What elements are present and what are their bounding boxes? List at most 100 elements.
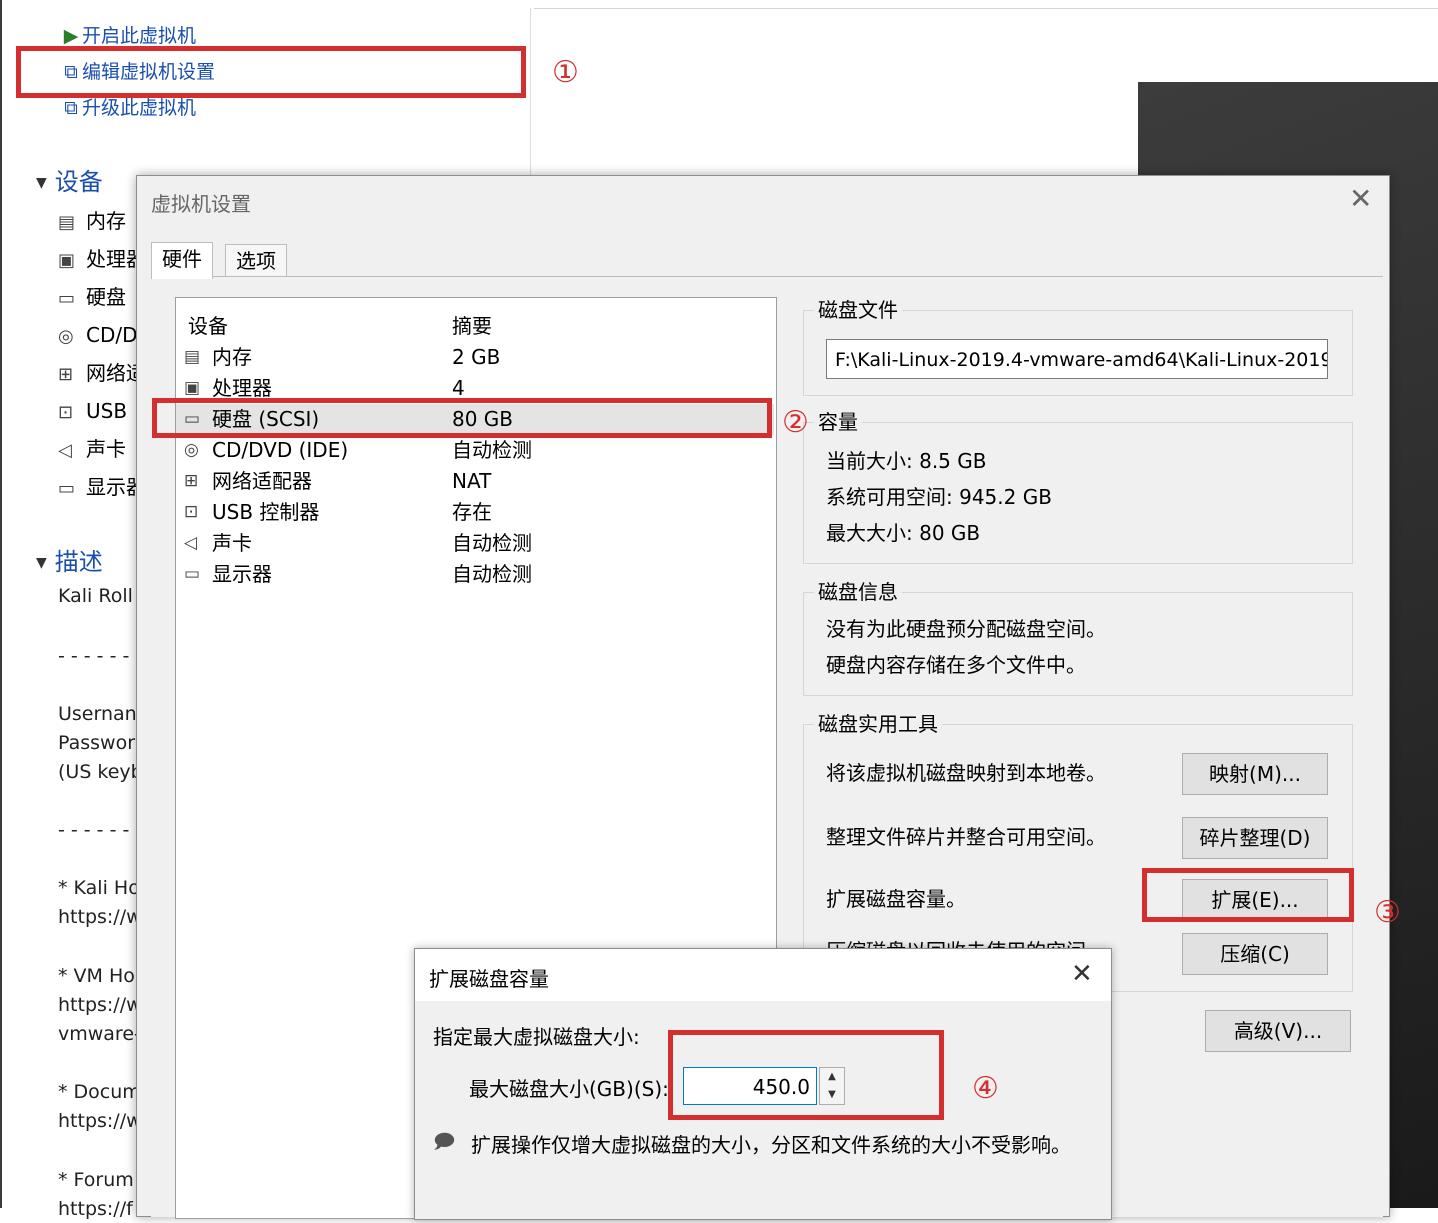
device-row-usb[interactable]: ⊡ USB 控制器 存在 [176,497,774,528]
device-row-cd[interactable]: ◎ CD/DVD (IDE) 自动检测 [176,435,774,466]
annotation-box-1 [16,46,526,98]
available-space-text: 系统可用空间: 945.2 GB [826,485,1052,509]
network-icon: ⊞ [58,364,74,385]
cd-icon: ◎ [58,326,74,347]
device-name: CD/DVD (IDE) [212,438,349,462]
sound-icon: ◁ [184,533,198,553]
info-icon: 🗩 [433,1129,456,1153]
left-device-hard-disk[interactable]: ▭ 硬盘 [58,282,126,314]
max-size-text: 最大大小: 80 GB [826,521,981,545]
column-header-summary[interactable]: 摘要 [452,310,492,339]
display-icon: ▭ [184,564,201,584]
usb-icon: ⊡ [58,402,74,423]
annotation-box-4 [668,1030,944,1120]
collapse-triangle-icon: ▼ [36,555,47,571]
cd-icon: ◎ [184,440,199,460]
description-line[interactable]: https://f [58,1195,133,1223]
description-line: * VM Ho [58,965,135,987]
description-line: * Forum [58,1169,134,1191]
disk-file-group: 磁盘文件 F:\Kali-Linux-2019.4-vmware-amd64\K… [803,297,1353,396]
memory-icon: ▤ [58,212,76,233]
description-line: Usernan [58,703,137,725]
left-device-display[interactable]: ▭ 显示器 [58,472,146,504]
left-device-label: 硬盘 [86,285,126,309]
description-line: * Kali Ho [58,877,140,899]
description-line[interactable]: https://w [58,991,142,1019]
description-line: Kali Roll [58,585,133,607]
usb-icon: ⊡ [184,502,199,522]
description-line: (US keyb [58,761,143,783]
device-row-memory[interactable]: ▤ 内存 2 GB [176,342,774,373]
annotation-box-3 [1142,868,1354,922]
annotation-number-3: ③ [1374,895,1401,930]
description-line[interactable]: https://w [58,1107,142,1135]
device-summary: NAT [452,469,492,493]
device-name: 显示器 [212,562,272,586]
description-line: * Docum [58,1081,141,1103]
dialog-title: 虚拟机设置 [151,192,251,216]
device-summary: 存在 [452,500,492,524]
device-name: 内存 [212,345,252,369]
tab-options[interactable]: 选项 [225,244,287,277]
annotation-number-2: ② [782,405,809,440]
disk-info-text: 没有为此硬盘预分配磁盘空间。 [826,617,1106,641]
description-line[interactable]: vmware- [58,1020,141,1048]
defrag-button[interactable]: 碎片整理(D) [1182,817,1328,859]
device-row-sound[interactable]: ◁ 声卡 自动检测 [176,528,774,559]
device-summary: 2 GB [452,345,501,369]
capacity-group: 容量 当前大小: 8.5 GB 系统可用空间: 945.2 GB 最大大小: 8… [803,409,1353,564]
advanced-button[interactable]: 高级(V)... [1205,1010,1351,1052]
device-row-network[interactable]: ⊞ 网络适配器 NAT [176,466,774,497]
disk-info-text: 硬盘内容存储在多个文件中。 [826,653,1086,677]
panel-divider [530,8,531,178]
left-device-sound[interactable]: ◁ 声卡 [58,434,126,466]
device-row-display[interactable]: ▭ 显示器 自动检测 [176,559,774,590]
left-device-label: USB [86,399,128,423]
upgrade-link[interactable]: ⧉ 升级此虚拟机 [60,94,196,122]
tab-hardware[interactable]: 硬件 [151,242,213,279]
left-device-network[interactable]: ⊞ 网络适 [58,358,146,390]
description-line: Passwor [58,732,136,754]
close-icon[interactable]: ✕ [1349,184,1372,214]
dialog-title: 扩展磁盘容量 [429,967,549,991]
tab-label: 选项 [236,249,276,273]
left-device-cd[interactable]: ◎ CD/D [58,320,138,352]
sound-icon: ◁ [58,440,72,461]
description-line: - - - - - - [58,645,130,667]
max-size-label: 最大磁盘大小(GB)(S): [469,1077,669,1101]
current-size-text: 当前大小: 8.5 GB [826,449,987,473]
group-title: 容量 [814,409,862,435]
device-summary: 自动检测 [452,438,532,462]
disk-file-path-field[interactable]: F:\Kali-Linux-2019.4-vmware-amd64\Kali-L… [826,339,1328,379]
left-device-memory[interactable]: ▤ 内存 [58,206,126,238]
upgrade-icon: ⧉ [64,97,78,119]
hard-disk-icon: ▭ [58,288,76,309]
group-title: 磁盘信息 [814,579,902,605]
column-header-device[interactable]: 设备 [188,310,228,339]
annotation-number-1: ① [552,55,579,90]
left-device-usb[interactable]: ⊡ USB [58,396,127,428]
compact-button[interactable]: 压缩(C) [1182,933,1328,975]
power-on-label: 开启此虚拟机 [82,25,197,47]
tab-label: 硬件 [162,247,202,271]
display-icon: ▭ [58,478,76,499]
description-section-header[interactable]: ▼ 描述 [36,546,103,579]
disk-info-group: 磁盘信息 没有为此硬盘预分配磁盘空间。 硬盘内容存储在多个文件中。 [803,579,1353,696]
device-summary: 自动检测 [452,562,532,586]
description-line[interactable]: https://w [58,903,142,931]
description-header-label: 描述 [54,548,103,576]
instruction-text: 指定最大虚拟磁盘大小: [433,1025,640,1049]
defrag-description: 整理文件碎片并整合可用空间。 [826,825,1106,849]
left-device-processor[interactable]: ▣ 处理器 [58,244,146,276]
device-name: 网络适配器 [212,469,312,493]
left-device-label: CD/D [86,323,138,347]
map-button[interactable]: 映射(M)... [1182,753,1328,795]
description-line: - - - - - - [58,819,130,841]
collapse-triangle-icon: ▼ [36,175,47,191]
close-icon[interactable]: ✕ [1071,959,1093,989]
annotation-number-4: ④ [972,1071,999,1106]
device-summary: 自动检测 [452,531,532,555]
devices-section-header[interactable]: ▼ 设备 [36,166,103,199]
expand-note-text: 扩展操作仅增大虚拟磁盘的大小，分区和文件系统的大小不受影响。 [471,1133,1071,1157]
group-title: 磁盘实用工具 [814,711,942,737]
